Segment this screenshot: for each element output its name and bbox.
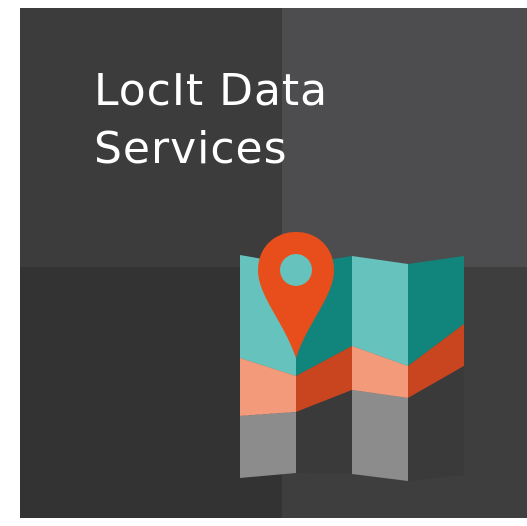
app-tile[interactable]: LocIt Data Services bbox=[20, 8, 527, 518]
tile-title-line-2: Services bbox=[94, 123, 288, 174]
tile-title: LocIt Data Services bbox=[94, 62, 328, 178]
map-panel-right bbox=[408, 256, 464, 481]
folded-map-icon bbox=[240, 232, 464, 481]
map-panel-middle-right bbox=[352, 256, 408, 481]
tile-title-line-1: LocIt Data bbox=[94, 65, 329, 116]
